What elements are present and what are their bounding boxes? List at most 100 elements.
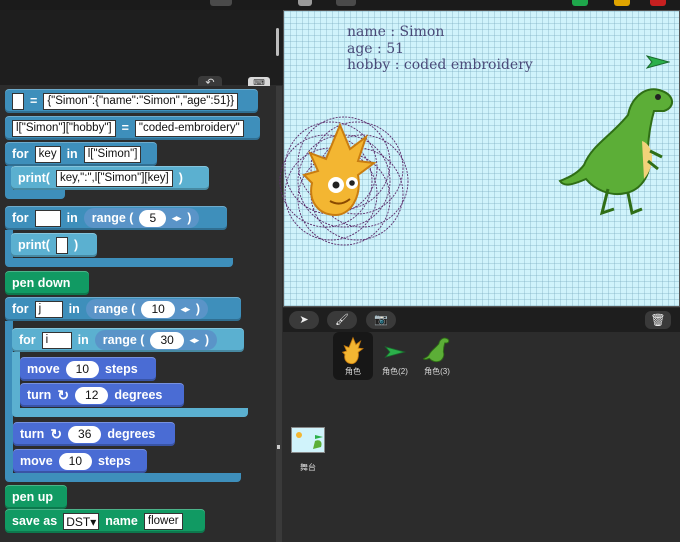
print-block[interactable]: print( ) [11,233,97,257]
range-count-input[interactable]: 10 [141,300,175,318]
range-count-input[interactable]: 5 [139,209,167,227]
pause-icon[interactable] [614,0,630,6]
move-label: move [27,362,60,376]
sprite-label: 角色 [345,367,361,376]
corral-resize-handle[interactable] [277,445,280,449]
fullscreen-icon[interactable] [336,0,356,6]
for-label: for [12,302,29,316]
equals-label: = [30,94,38,108]
for-range-block[interactable]: for i in range ( 30 ◂▸ ) [12,328,244,352]
assign-block[interactable]: l["Simon"]["hobby"] = "coded-embroidery" [5,116,260,140]
turn-block[interactable]: turn ↻ 12 degrees [20,383,184,407]
loop-var-slot[interactable]: j [34,300,63,318]
green-arrow-sprite-icon[interactable] [646,55,670,69]
loop-var-slot[interactable]: key [34,145,61,163]
pane-resize-grip[interactable] [276,28,279,56]
sprite-thumbnail[interactable]: 角色(3) [417,332,457,380]
chevron-down-icon: ▾ [90,514,97,529]
format-dropdown[interactable]: DST▾ [63,512,100,530]
for-range-block[interactable]: for in range ( 5 ◂▸ ) [5,206,227,230]
save-as-block[interactable]: save as DST▾ name flower [5,509,205,533]
steps-label: steps [98,454,131,468]
gobo-sprite-icon [341,336,364,365]
equals-label: = [121,121,129,135]
svg-text:¨: ¨ [654,81,659,90]
steps-input[interactable]: 10 [58,452,93,470]
camera-icon[interactable]: 📷 [366,311,396,329]
in-label: in [77,333,89,347]
menu-icon[interactable] [210,0,232,6]
stage-label: 舞台 [300,463,316,472]
print-arg-slot[interactable]: key,":",l["Simon"][key] [55,169,173,187]
range-reporter[interactable]: range ( 10 ◂▸ ) [85,299,209,319]
paren-label: ) [73,238,79,252]
paren-label: ) [195,302,201,316]
print-label: print( [18,238,50,252]
filename-slot[interactable]: flower [143,512,183,530]
var-slot[interactable] [12,92,24,110]
in-label: in [66,147,78,161]
iterable-slot[interactable]: l["Simon"] [83,145,142,163]
loop-foot [12,408,248,417]
paint-brush-icon[interactable]: 🖌 [327,311,357,329]
range-label: range ( [102,333,145,347]
value-slot[interactable]: "coded-embroidery" [134,119,244,137]
range-count-input[interactable]: 30 [150,331,184,349]
loop-foot [5,473,241,482]
stage-size-icon[interactable] [298,0,312,6]
save-as-label: save as [12,514,58,528]
print-label: print( [18,171,50,185]
steps-label: steps [105,362,138,376]
dinosaur-sprite-icon[interactable]: ¨ [558,81,680,221]
range-reporter[interactable]: range ( 5 ◂▸ ) [83,208,200,228]
range-label: range ( [91,211,134,225]
loop-arm [12,352,20,412]
sprite-thumbnail[interactable]: 角色(2) [375,332,415,380]
stage-canvas[interactable]: name : Simon age : 51 hobby : coded embr… [279,10,680,307]
assign-block[interactable]: = {"Simon":{"name":"Simon","age":51}} [5,89,258,113]
sprite-label: 角色(3) [424,367,450,376]
gobo-sprite-icon[interactable] [300,119,380,223]
stage-preview-icon [296,432,323,449]
stage-thumbnail[interactable] [291,427,325,453]
loop-foot [5,190,65,199]
for-loop-block[interactable]: for key in l["Simon"] [5,142,157,166]
turn-block[interactable]: turn ↻ 36 degrees [13,422,175,446]
paren-label: ) [204,333,210,347]
stage-text-line: hobby : coded embroidery [347,57,533,73]
print-block[interactable]: print( key,":",l["Simon"][key] ) [11,166,209,190]
degrees-input[interactable]: 36 [68,425,102,443]
arrows-icon[interactable]: ◂▸ [190,335,199,346]
range-reporter[interactable]: range ( 30 ◂▸ ) [94,330,218,350]
palette-area [0,10,283,85]
sprite-label: 角色(2) [382,367,408,376]
move-block[interactable]: move 10 steps [20,357,156,381]
stage-text-line: name : Simon [347,24,445,40]
for-label: for [19,333,36,347]
print-arg-slot[interactable] [55,236,68,254]
for-label: for [12,147,29,161]
steps-input[interactable]: 10 [65,360,100,378]
sprites-tab[interactable]: ➤ [289,311,319,329]
move-block[interactable]: move 10 steps [13,449,147,473]
stop-icon[interactable] [650,0,666,6]
green-flag-icon[interactable] [572,0,588,6]
arrows-icon[interactable]: ◂▸ [181,304,190,315]
value-slot[interactable]: {"Simon":{"name":"Simon","age":51}} [43,92,239,110]
trash-icon[interactable]: 🗑 [645,311,671,329]
loop-var-slot[interactable]: i [41,331,72,349]
for-range-block[interactable]: for j in range ( 10 ◂▸ ) [5,297,241,321]
arrows-icon[interactable]: ◂▸ [172,213,181,224]
loop-var-slot[interactable] [34,209,61,227]
loop-foot [5,258,233,267]
dinosaur-sprite-icon [423,337,450,363]
green-arrow-sprite-icon [384,346,406,358]
stage-text-line: age : 51 [347,41,405,57]
sprite-thumbnail[interactable]: 角色 [333,332,373,380]
degrees-input[interactable]: 12 [75,386,109,404]
pen-down-block[interactable]: pen down [5,271,89,295]
in-label: in [68,302,80,316]
rotate-cw-icon: ↻ [57,386,70,403]
lhs-slot[interactable]: l["Simon"]["hobby"] [12,119,116,137]
pen-up-block[interactable]: pen up [5,485,67,509]
